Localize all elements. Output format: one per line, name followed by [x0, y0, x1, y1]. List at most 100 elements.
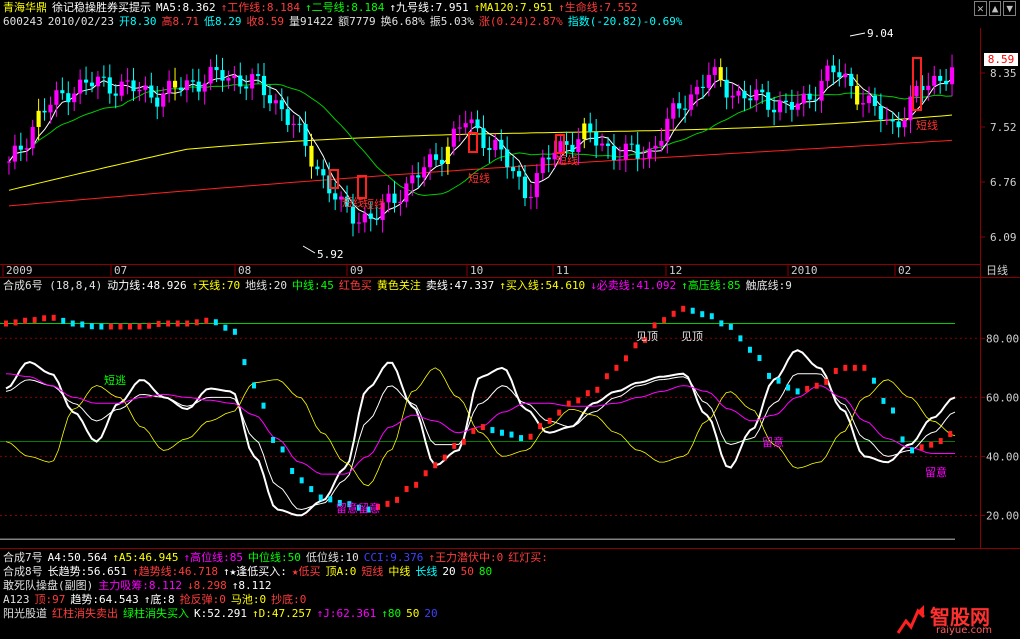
annotation-label: 短线: [916, 118, 938, 132]
trend-block: [385, 500, 390, 507]
trend-block: [557, 409, 562, 416]
bottom-row: 敢死队操盘(副图) 主力吸筹:8.112 ↓8.298 ↑8.112: [3, 579, 277, 592]
candle-body: [78, 79, 83, 94]
trend-block: [547, 417, 552, 424]
candle-body: [315, 166, 320, 170]
candle-body: [250, 74, 255, 89]
bottom-indicator-value: 敢死队操盘(副图): [3, 579, 94, 592]
candle-body: [582, 123, 587, 140]
candle-body: [896, 121, 901, 128]
candle-body: [42, 110, 47, 113]
candle-body: [801, 93, 806, 104]
trend-block: [948, 431, 953, 438]
candle-body: [131, 80, 136, 92]
osc-annotation: 见顶: [681, 330, 703, 343]
candle-body: [487, 147, 492, 150]
trend-block: [433, 462, 438, 469]
x-tick-label: 02: [898, 264, 911, 277]
bottom-indicator-value: ↑★逢低买入:: [222, 565, 287, 578]
candle-body: [772, 109, 777, 113]
trend-block: [461, 438, 466, 445]
trend-block: [862, 364, 867, 371]
candle-body: [813, 99, 818, 101]
trend-block: [290, 468, 295, 475]
candle-body: [261, 75, 267, 96]
bottom-indicator-value: 短线: [361, 565, 384, 578]
candle-body: [908, 96, 913, 121]
candle-body: [386, 193, 391, 203]
bottom-indicator-value: 长趋势:56.651: [47, 565, 127, 578]
candle-body: [540, 157, 545, 174]
trend-block: [814, 382, 819, 389]
candle-body: [101, 76, 106, 78]
bottom-indicator-value: ↑80: [381, 607, 402, 620]
trend-block: [280, 446, 285, 453]
trend-block: [681, 305, 686, 312]
annotation-label: 短线: [468, 171, 490, 185]
trend-block: [871, 377, 876, 384]
candle-body: [267, 95, 273, 104]
candle-body: [285, 109, 290, 125]
period-label: 日线: [986, 263, 1008, 277]
x-tick-label: 12: [669, 264, 682, 277]
trend-block: [127, 323, 132, 330]
trend-block: [690, 307, 695, 314]
candle-body: [155, 97, 160, 107]
candle-body: [374, 218, 379, 220]
candle-body: [742, 90, 747, 99]
bottom-indicator-value: 长线: [415, 565, 438, 578]
bottom-indicator-value: 合成8号: [3, 565, 43, 578]
axes: 8.35 7.52 6.76 6.09 2009 07 08 09 10 11 12 2010 02 日线…: [2, 67, 1019, 522]
trend-block: [13, 319, 18, 326]
bottom-indicator-value: 趋势:64.543: [70, 593, 139, 606]
candle-body: [777, 100, 783, 113]
candle-body: [321, 169, 326, 176]
trend-block: [166, 320, 171, 327]
x-tick-label: 07: [114, 264, 127, 277]
candle-body: [944, 80, 949, 85]
low-leader: [302, 245, 316, 254]
candle-body: [671, 103, 676, 119]
trend-block: [261, 402, 266, 409]
osc-legend-item: ↑天线:70: [191, 279, 241, 292]
candle-body: [89, 82, 95, 87]
candle-body: [12, 145, 17, 162]
osc-legend-item: 黄色关注: [376, 279, 421, 292]
bottom-indicator-value: ↑高位线:85: [183, 551, 243, 564]
candle-body: [220, 70, 225, 81]
trend-block: [824, 378, 829, 385]
trend-block: [328, 496, 333, 503]
osc-annotation: 见顶: [636, 330, 658, 343]
x-tick-label: 08: [238, 264, 251, 277]
candle-body: [463, 123, 468, 128]
candle-body: [410, 175, 415, 184]
bottom-indicator-value: 主力吸筹:8.112: [98, 579, 182, 592]
bottom-indicator-value: 顶:97: [34, 593, 66, 606]
candle-body: [855, 85, 860, 105]
osc-legend-item: 中线:45: [291, 279, 334, 292]
osc-legend-item: 合成6号 (18,8,4): [3, 279, 103, 292]
trend-block: [147, 322, 152, 329]
candle-body: [368, 213, 373, 219]
candle-body: [499, 139, 504, 150]
candle-body: [350, 206, 356, 224]
bottom-indicator-value: ↑8.112: [231, 579, 272, 592]
candle-body: [439, 159, 445, 165]
candle-body: [167, 80, 172, 94]
trend-block: [929, 441, 934, 448]
osc-legend-item: ↑买入线:54.610: [499, 279, 586, 292]
candle-body: [256, 74, 261, 76]
trend-block: [528, 433, 533, 440]
candle-body: [546, 157, 551, 160]
candle-body: [600, 143, 605, 146]
candle-body: [718, 67, 723, 80]
osc-legend-item: 地线:20: [245, 279, 287, 292]
trend-block: [719, 320, 724, 327]
trend-block: [833, 367, 838, 374]
candle-body: [754, 89, 759, 101]
bottom-indicator-value: 阳光股道: [3, 607, 47, 620]
candle-body: [404, 183, 409, 202]
osc-y-tick-label: 40.00: [986, 450, 1019, 463]
bottom-indicator-value: CCI:9.376: [363, 551, 424, 564]
bottom-indicator-value: 马池:0: [230, 593, 267, 606]
